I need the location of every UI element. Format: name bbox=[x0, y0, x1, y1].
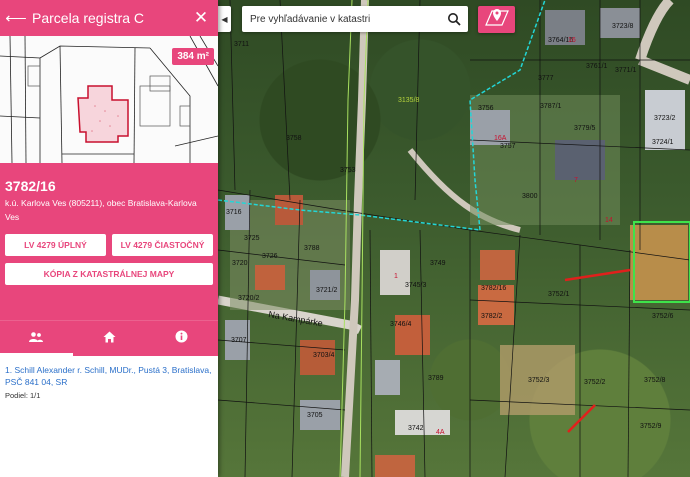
svg-text:3726: 3726 bbox=[262, 253, 278, 260]
svg-text:3135/8: 3135/8 bbox=[398, 97, 420, 104]
search-box[interactable] bbox=[242, 6, 468, 32]
svg-text:3756: 3756 bbox=[478, 105, 494, 112]
svg-text:3707: 3707 bbox=[231, 337, 247, 344]
svg-text:16: 16 bbox=[568, 37, 576, 44]
chevron-left-icon: ◀ bbox=[221, 14, 228, 24]
svg-text:3777: 3777 bbox=[538, 75, 554, 82]
svg-text:3752/9: 3752/9 bbox=[640, 423, 662, 430]
svg-text:3711: 3711 bbox=[234, 41, 249, 48]
svg-text:3787/1: 3787/1 bbox=[540, 103, 562, 110]
svg-text:3721/2: 3721/2 bbox=[316, 287, 338, 294]
road-east-2 bbox=[638, 55, 690, 85]
owners-list: 1. Schill Alexander r. Schill, MUDr., Pu… bbox=[0, 356, 218, 408]
svg-text:3788: 3788 bbox=[304, 245, 320, 252]
svg-text:3752/2: 3752/2 bbox=[584, 379, 606, 386]
svg-text:3771/1: 3771/1 bbox=[615, 67, 637, 74]
svg-text:3752/1: 3752/1 bbox=[548, 291, 570, 298]
svg-text:3723/8: 3723/8 bbox=[612, 23, 634, 30]
owner-link[interactable]: 1. Schill Alexander r. Schill, MUDr., Pu… bbox=[5, 364, 213, 388]
close-icon[interactable]: ✕ bbox=[184, 8, 218, 28]
copy-map-button[interactable]: KÓPIA Z KATASTRÁLNEJ MAPY bbox=[5, 263, 213, 285]
svg-text:3761/1: 3761/1 bbox=[586, 63, 608, 70]
svg-text:1: 1 bbox=[394, 273, 398, 280]
info-icon bbox=[175, 330, 188, 348]
svg-text:3800: 3800 bbox=[522, 193, 538, 200]
svg-text:3758: 3758 bbox=[286, 135, 302, 142]
search-icon[interactable] bbox=[440, 12, 468, 26]
panel-header: ⟵ Parcela registra C ✕ bbox=[0, 0, 218, 36]
parcel-thumbnail-map: 384 m² bbox=[0, 36, 218, 163]
lv-full-button[interactable]: LV 4279 ÚPLNÝ bbox=[5, 234, 106, 256]
svg-text:3752/8: 3752/8 bbox=[644, 377, 666, 384]
svg-text:4A: 4A bbox=[436, 429, 445, 436]
ownership-share: Podiel: 1/1 bbox=[5, 391, 41, 400]
panel-tabs bbox=[0, 320, 218, 356]
svg-text:3752/3: 3752/3 bbox=[528, 377, 550, 384]
tab-info[interactable] bbox=[145, 321, 218, 356]
road-east bbox=[635, 0, 674, 62]
panel-title: Parcela registra C bbox=[32, 10, 145, 26]
parcel-number: 3782/16 bbox=[5, 178, 56, 194]
map-pin-icon bbox=[484, 7, 510, 32]
svg-text:3720: 3720 bbox=[232, 260, 248, 267]
svg-text:3724/1: 3724/1 bbox=[652, 139, 674, 146]
svg-text:3705: 3705 bbox=[307, 412, 323, 419]
lv-buttons: LV 4279 ÚPLNÝ LV 4279 ČIASTOČNÝ bbox=[5, 234, 213, 256]
back-arrow-icon[interactable]: ⟵ bbox=[0, 9, 32, 27]
svg-text:3723/2: 3723/2 bbox=[654, 115, 676, 122]
lv-partial-button[interactable]: LV 4279 ČIASTOČNÝ bbox=[112, 234, 213, 256]
parcel-panel: ⟵ Parcela registra C ✕ 384 m² 3782/16 k.… bbox=[0, 0, 218, 477]
svg-text:3703/4: 3703/4 bbox=[313, 352, 335, 359]
svg-text:3753: 3753 bbox=[340, 167, 356, 174]
home-icon bbox=[103, 330, 116, 348]
svg-text:3720/2: 3720/2 bbox=[238, 295, 260, 302]
svg-text:14: 14 bbox=[605, 217, 613, 224]
svg-text:3782/16: 3782/16 bbox=[481, 285, 506, 292]
parcel-location: k.ú. Karlova Ves (805211), obec Bratisla… bbox=[5, 198, 197, 222]
svg-text:3752/6: 3752/6 bbox=[652, 313, 674, 320]
search-input[interactable] bbox=[242, 13, 440, 25]
svg-text:3742: 3742 bbox=[408, 425, 424, 432]
svg-text:3757: 3757 bbox=[500, 143, 516, 150]
svg-text:3789: 3789 bbox=[428, 375, 444, 382]
svg-text:7: 7 bbox=[574, 177, 578, 184]
area-badge: 384 m² bbox=[172, 48, 214, 65]
collapse-panel-button[interactable]: ◀ bbox=[218, 6, 231, 32]
svg-text:3746/4: 3746/4 bbox=[390, 321, 412, 328]
svg-text:16A: 16A bbox=[494, 135, 507, 142]
svg-text:3716: 3716 bbox=[226, 209, 242, 216]
svg-text:3745/3: 3745/3 bbox=[405, 282, 427, 289]
parcel-info: 3782/16 k.ú. Karlova Ves (805211), obec … bbox=[0, 163, 218, 320]
svg-text:3749: 3749 bbox=[430, 260, 446, 267]
map-layers-button[interactable] bbox=[478, 6, 515, 33]
svg-text:3725: 3725 bbox=[244, 235, 260, 242]
red-arrow-1 bbox=[564, 268, 631, 282]
people-icon bbox=[29, 330, 44, 348]
tab-owners[interactable] bbox=[0, 321, 73, 356]
svg-text:3779/5: 3779/5 bbox=[574, 125, 596, 132]
svg-text:3782/2: 3782/2 bbox=[481, 313, 503, 320]
tab-property[interactable] bbox=[73, 321, 146, 356]
